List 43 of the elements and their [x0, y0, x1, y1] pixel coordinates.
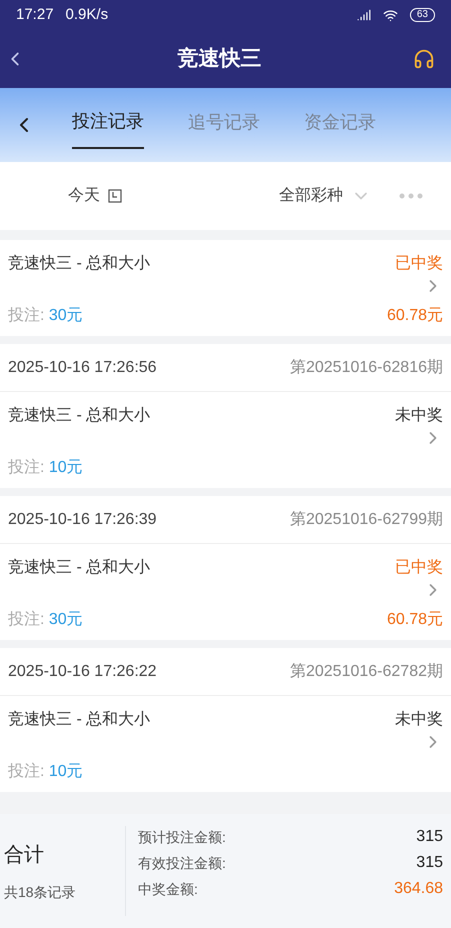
bet-status: 未中奖 [395, 406, 443, 426]
stake-amount: 投注: 30元 [8, 306, 83, 326]
tab[interactable]: 投注记录 [72, 88, 144, 162]
bet-period: 第20251016-62782期 [290, 662, 443, 682]
bet-time: 2025-10-16 17:26:22 [8, 662, 157, 682]
prize-amount: 60.78元 [386, 306, 443, 326]
stake-amount: 投注: 10元 [8, 458, 83, 478]
game-name: 竞速快三 - 总和大小 [8, 254, 150, 274]
prize-amount: 60.78元 [386, 610, 443, 630]
battery-indicator: 63 [410, 8, 435, 22]
headset-icon[interactable] [413, 48, 435, 70]
calendar-icon [108, 189, 122, 203]
bet-card[interactable]: 2025-10-16 17:26:22 第20251016-62782期 竞速快三 - 总和大小 未中奖 投注: 10元 [0, 648, 451, 792]
summary-label: 有效投注金额: [138, 854, 226, 872]
summary-value: 315 [416, 827, 443, 847]
summary-label: 中奖金额: [138, 880, 198, 898]
bet-time: 2025-10-16 17:26:39 [8, 510, 157, 530]
bet-status: 已中奖 [395, 254, 443, 274]
stake-amount: 投注: 10元 [8, 762, 83, 782]
bet-card[interactable]: 2025-10-16 17:26:56 第20251016-62816期 竞速快三 - 总和大小 未中奖 投注: 10元 [0, 344, 451, 488]
bet-period: 第20251016-62799期 [290, 510, 443, 530]
bet-period: 第20251016-62816期 [290, 358, 443, 378]
bet-card[interactable]: 竞速快三 - 总和大小 已中奖 投注: 30元 60.78元 [0, 240, 451, 336]
date-filter[interactable]: 今天 [68, 184, 122, 208]
network-speed: 0.9K/s [66, 4, 108, 25]
summary-label: 预计投注金额: [138, 828, 226, 846]
page-title: 竞速快三 [176, 46, 262, 72]
summary-value: 364.68 [394, 879, 443, 899]
summary-value: 315 [416, 853, 443, 873]
bet-status: 已中奖 [395, 558, 443, 578]
wifi-icon [382, 8, 398, 22]
bet-status: 未中奖 [395, 710, 443, 730]
bet-time: 2025-10-16 17:26:56 [8, 358, 157, 378]
game-filter[interactable]: 全部彩种 [279, 184, 371, 208]
record-count: 共18条记录 [4, 882, 77, 902]
stake-amount: 投注: 30元 [8, 610, 83, 630]
game-name: 竞速快三 - 总和大小 [8, 406, 150, 426]
bet-card[interactable]: 2025-10-16 17:26:39 第20251016-62799期 竞速快三 - 总和大小 已中奖 投注: 30元 60.78元 [0, 496, 451, 640]
signal-icon [356, 8, 371, 22]
game-name: 竞速快三 - 总和大小 [8, 710, 150, 730]
status-time: 17:27 [16, 4, 54, 25]
game-name: 竞速快三 - 总和大小 [8, 558, 150, 578]
summary-title: 合计 [4, 842, 45, 868]
